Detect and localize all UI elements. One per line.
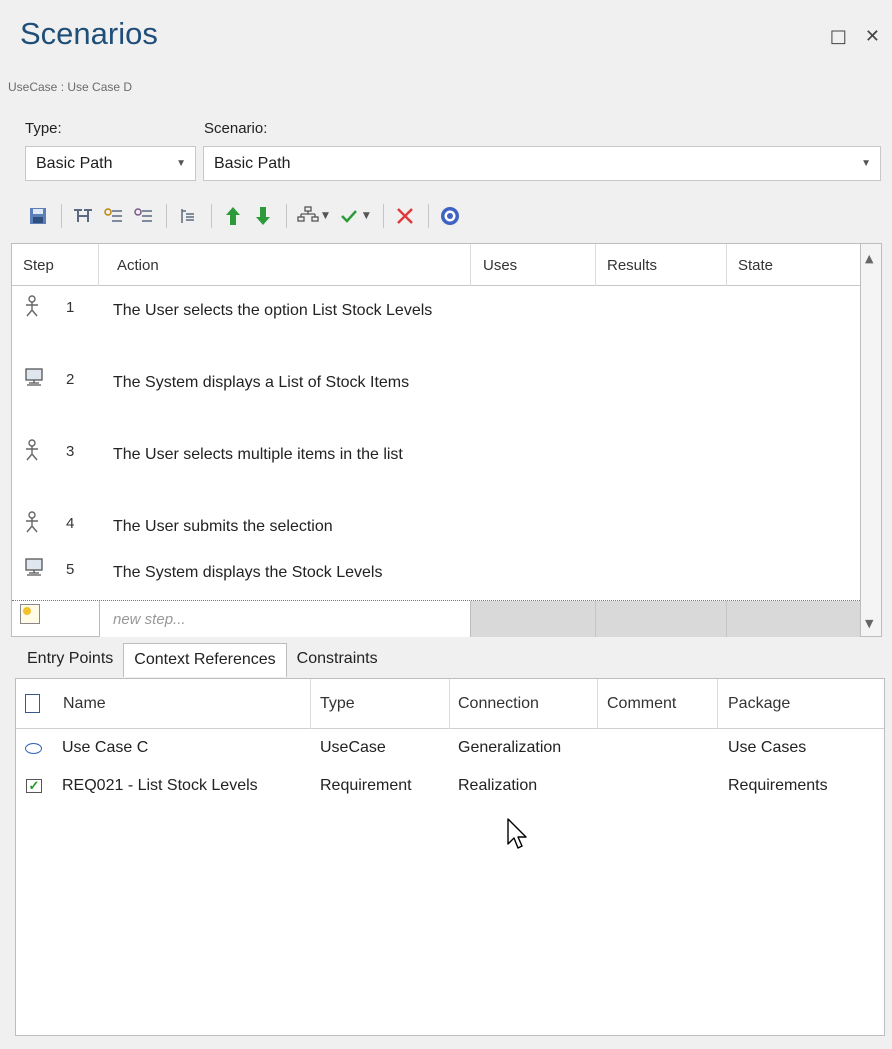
tab-context-references[interactable]: Context References	[123, 643, 287, 677]
actor-icon[interactable]	[99, 202, 127, 230]
column-header-action[interactable]: Action	[99, 244, 471, 286]
tab-constraints[interactable]: Constraints	[287, 643, 388, 677]
column-header-name[interactable]: Name	[50, 679, 311, 729]
mouse-cursor-icon	[507, 818, 527, 854]
reference-name: Use Case C	[62, 739, 149, 756]
step-action: The User submits the selection	[113, 518, 333, 535]
column-header-state[interactable]: State	[727, 244, 860, 286]
scenario-label: Scenario:	[204, 120, 268, 137]
new-step-icon	[20, 604, 40, 624]
step-row[interactable]: 3 The User selects multiple items in the…	[12, 437, 860, 509]
steps-grid-header: Step Action Uses Results State	[12, 244, 860, 286]
reference-connection: Realization	[458, 777, 538, 794]
actor-icon	[24, 511, 40, 539]
help-icon[interactable]	[436, 202, 464, 230]
new-step-input[interactable]: new step...	[99, 601, 471, 637]
step-action: The System displays the Stock Levels	[113, 564, 383, 581]
save-icon[interactable]	[24, 202, 52, 230]
step-row[interactable]: 4 The User submits the selection	[12, 509, 860, 555]
close-icon[interactable]: ✕	[865, 26, 880, 47]
step-number: 2	[66, 371, 75, 388]
reference-package: Requirements	[728, 777, 828, 794]
reference-package: Use Cases	[728, 739, 807, 756]
context-references-grid: Name Type Connection Comment Package Use…	[15, 678, 885, 1036]
column-header-connection[interactable]: Connection	[450, 679, 598, 729]
step-row[interactable]: 5 The System displays the Stock Levels	[12, 555, 860, 601]
usecase-icon	[25, 729, 50, 767]
chevron-down-icon[interactable]: ▼	[861, 158, 871, 169]
toolbar: ▼ ▼	[24, 200, 466, 232]
scroll-down-icon[interactable]: ▼	[865, 617, 873, 630]
breadcrumb: UseCase : Use Case D	[8, 80, 133, 94]
toolbar-separator	[211, 204, 212, 228]
step-number: 3	[66, 443, 75, 460]
chevron-down-icon[interactable]: ▼	[176, 158, 186, 169]
chevron-down-icon[interactable]: ▼	[322, 211, 329, 221]
new-step-state-cell[interactable]	[727, 601, 860, 637]
scenario-dropdown-value: Basic Path	[214, 154, 291, 172]
computer-icon	[24, 367, 44, 393]
system-icon[interactable]	[129, 202, 157, 230]
type-dropdown[interactable]: Basic Path ▼	[25, 146, 196, 181]
reference-name: REQ021 - List Stock Levels	[62, 777, 258, 794]
step-number: 4	[66, 515, 75, 532]
toolbar-separator	[166, 204, 167, 228]
tab-entry-points[interactable]: Entry Points	[17, 643, 123, 677]
type-dropdown-value: Basic Path	[36, 154, 113, 172]
delete-icon[interactable]	[391, 202, 419, 230]
structure-icon[interactable]	[69, 202, 97, 230]
scenario-steps-grid: Step Action Uses Results State 1 The Use…	[11, 243, 861, 637]
column-header-results[interactable]: Results	[596, 244, 727, 286]
column-header-uses[interactable]: Uses	[471, 244, 596, 286]
references-grid-header: Name Type Connection Comment Package	[16, 679, 884, 729]
indent-icon[interactable]	[174, 202, 202, 230]
new-step-row[interactable]: new step...	[12, 600, 860, 637]
new-step-results-cell[interactable]	[596, 601, 727, 637]
chevron-down-icon[interactable]: ▼	[363, 211, 370, 221]
scroll-up-icon[interactable]: ▲	[865, 252, 873, 265]
step-action: The User selects the option List Stock L…	[113, 302, 433, 319]
requirement-icon: ✓	[26, 767, 51, 805]
move-down-icon[interactable]	[249, 202, 277, 230]
document-icon	[25, 694, 40, 713]
reference-type: UseCase	[320, 739, 386, 756]
column-header-package[interactable]: Package	[718, 679, 884, 729]
actor-icon	[24, 295, 40, 323]
tab-bar: Entry Points Context References Constrai…	[17, 643, 388, 677]
check-icon[interactable]	[335, 202, 363, 230]
reference-row[interactable]: ✓ REQ021 - List Stock Levels Requirement…	[16, 767, 884, 805]
window-controls: □ ✕	[830, 26, 880, 47]
step-action: The System displays a List of Stock Item…	[113, 374, 410, 391]
column-header-comment[interactable]: Comment	[598, 679, 718, 729]
panel-title: Scenarios	[20, 16, 158, 51]
reference-connection: Generalization	[458, 739, 562, 756]
steps-scrollbar[interactable]: ▲ ▼	[861, 243, 882, 637]
toolbar-separator	[286, 204, 287, 228]
column-header-step[interactable]: Step	[12, 244, 99, 286]
type-label: Type:	[25, 120, 62, 137]
toolbar-separator	[61, 204, 62, 228]
actor-icon	[24, 439, 40, 467]
toolbar-separator	[382, 204, 384, 228]
move-up-icon[interactable]	[219, 202, 247, 230]
step-number: 1	[66, 299, 75, 316]
generate-icon[interactable]	[294, 202, 322, 230]
step-row[interactable]: 2 The System displays a List of Stock It…	[12, 365, 860, 437]
step-action: The User selects multiple items in the l…	[113, 446, 403, 463]
reference-row[interactable]: Use Case C UseCase Generalization Use Ca…	[16, 729, 884, 767]
new-step-uses-cell[interactable]	[471, 601, 596, 637]
reference-type: Requirement	[320, 777, 412, 794]
scenario-dropdown[interactable]: Basic Path ▼	[203, 146, 881, 181]
column-header-type[interactable]: Type	[311, 679, 450, 729]
step-row[interactable]: 1 The User selects the option List Stock…	[12, 293, 860, 365]
toolbar-separator	[427, 204, 429, 228]
computer-icon	[24, 557, 44, 583]
step-number: 5	[66, 561, 75, 578]
maximize-icon[interactable]: □	[830, 26, 847, 47]
